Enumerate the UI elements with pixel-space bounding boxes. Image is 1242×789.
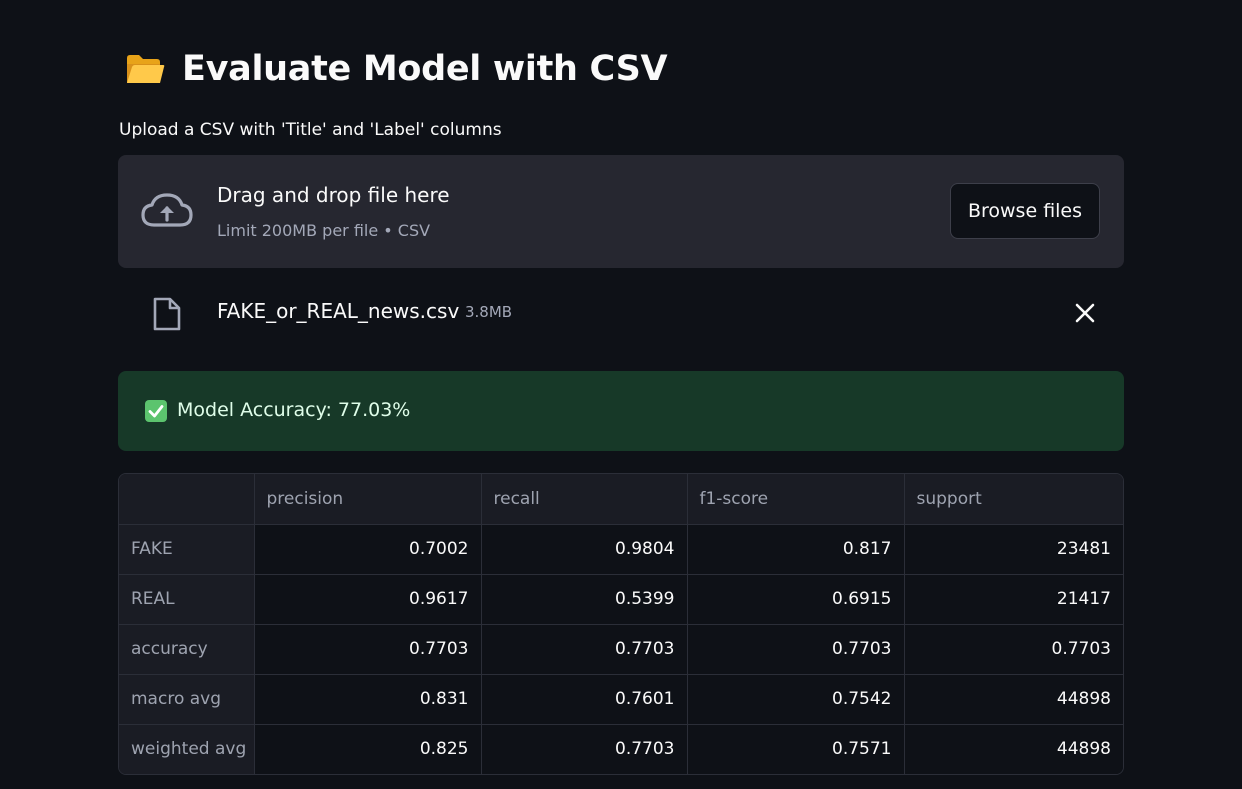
close-icon[interactable] <box>1072 300 1098 326</box>
cell-recall: 0.7703 <box>480 623 688 675</box>
cell-recall: 0.7601 <box>480 673 688 725</box>
row-label: accuracy <box>119 623 255 675</box>
accuracy-message: Model Accuracy: 77.03% <box>177 399 411 421</box>
page-header: Evaluate Model with CSV <box>124 44 668 94</box>
uploaded-file-row: FAKE_or_REAL_news.csv 3.8MB <box>118 290 1124 336</box>
cloud-upload-icon <box>141 193 193 227</box>
table-row: FAKE 0.7002 0.9804 0.817 23481 <box>119 523 1123 575</box>
column-header-support[interactable]: support <box>903 474 1123 525</box>
table-row: REAL 0.9617 0.5399 0.6915 21417 <box>119 573 1123 625</box>
cell-f1-score: 0.7571 <box>686 723 905 774</box>
cell-f1-score: 0.817 <box>686 523 905 575</box>
dropzone-title: Drag and drop file here <box>217 183 450 207</box>
table-header-row: precision recall f1-score support <box>119 474 1123 525</box>
table-row: weighted avg 0.825 0.7703 0.7571 44898 <box>119 723 1123 774</box>
cell-recall: 0.7703 <box>480 723 688 774</box>
uploader-label: Upload a CSV with 'Title' and 'Label' co… <box>119 120 502 140</box>
classification-report-table: precision recall f1-score support FAKE 0… <box>118 473 1124 775</box>
cell-support: 23481 <box>903 523 1123 575</box>
cell-precision: 0.7703 <box>253 623 482 675</box>
cell-precision: 0.825 <box>253 723 482 774</box>
dropzone-limit: Limit 200MB per file • CSV <box>217 221 431 240</box>
page: Evaluate Model with CSV Upload a CSV wit… <box>0 0 1242 789</box>
cell-precision: 0.831 <box>253 673 482 725</box>
check-mark-icon <box>145 400 167 422</box>
row-label: FAKE <box>119 524 255 575</box>
uploaded-file-name: FAKE_or_REAL_news.csv <box>217 299 460 323</box>
cell-recall: 0.9804 <box>480 523 688 575</box>
column-header-index <box>119 474 255 525</box>
cell-recall: 0.5399 <box>480 573 688 625</box>
cell-precision: 0.7002 <box>253 523 482 575</box>
file-dropzone[interactable]: Drag and drop file here Limit 200MB per … <box>118 155 1124 268</box>
column-header-precision[interactable]: precision <box>253 474 482 525</box>
cell-f1-score: 0.6915 <box>686 573 905 625</box>
column-header-recall[interactable]: recall <box>480 474 688 525</box>
cell-f1-score: 0.7542 <box>686 673 905 725</box>
cell-precision: 0.9617 <box>253 573 482 625</box>
row-label: macro avg <box>119 673 255 725</box>
accuracy-alert: Model Accuracy: 77.03% <box>118 371 1124 451</box>
cell-support: 21417 <box>903 573 1123 625</box>
table-row: macro avg 0.831 0.7601 0.7542 44898 <box>119 673 1123 725</box>
open-folder-icon <box>127 55 165 83</box>
cell-support: 44898 <box>903 673 1123 725</box>
page-title: Evaluate Model with CSV <box>182 49 668 89</box>
file-icon <box>153 297 181 331</box>
browse-files-button[interactable]: Browse files <box>950 183 1100 239</box>
cell-support: 44898 <box>903 723 1123 774</box>
cell-support: 0.7703 <box>903 623 1123 675</box>
uploaded-file-size: 3.8MB <box>465 303 513 321</box>
cell-f1-score: 0.7703 <box>686 623 905 675</box>
row-label: REAL <box>119 573 255 625</box>
column-header-f1-score[interactable]: f1-score <box>686 474 905 525</box>
row-label: weighted avg <box>119 723 255 774</box>
table-row: accuracy 0.7703 0.7703 0.7703 0.7703 <box>119 623 1123 675</box>
